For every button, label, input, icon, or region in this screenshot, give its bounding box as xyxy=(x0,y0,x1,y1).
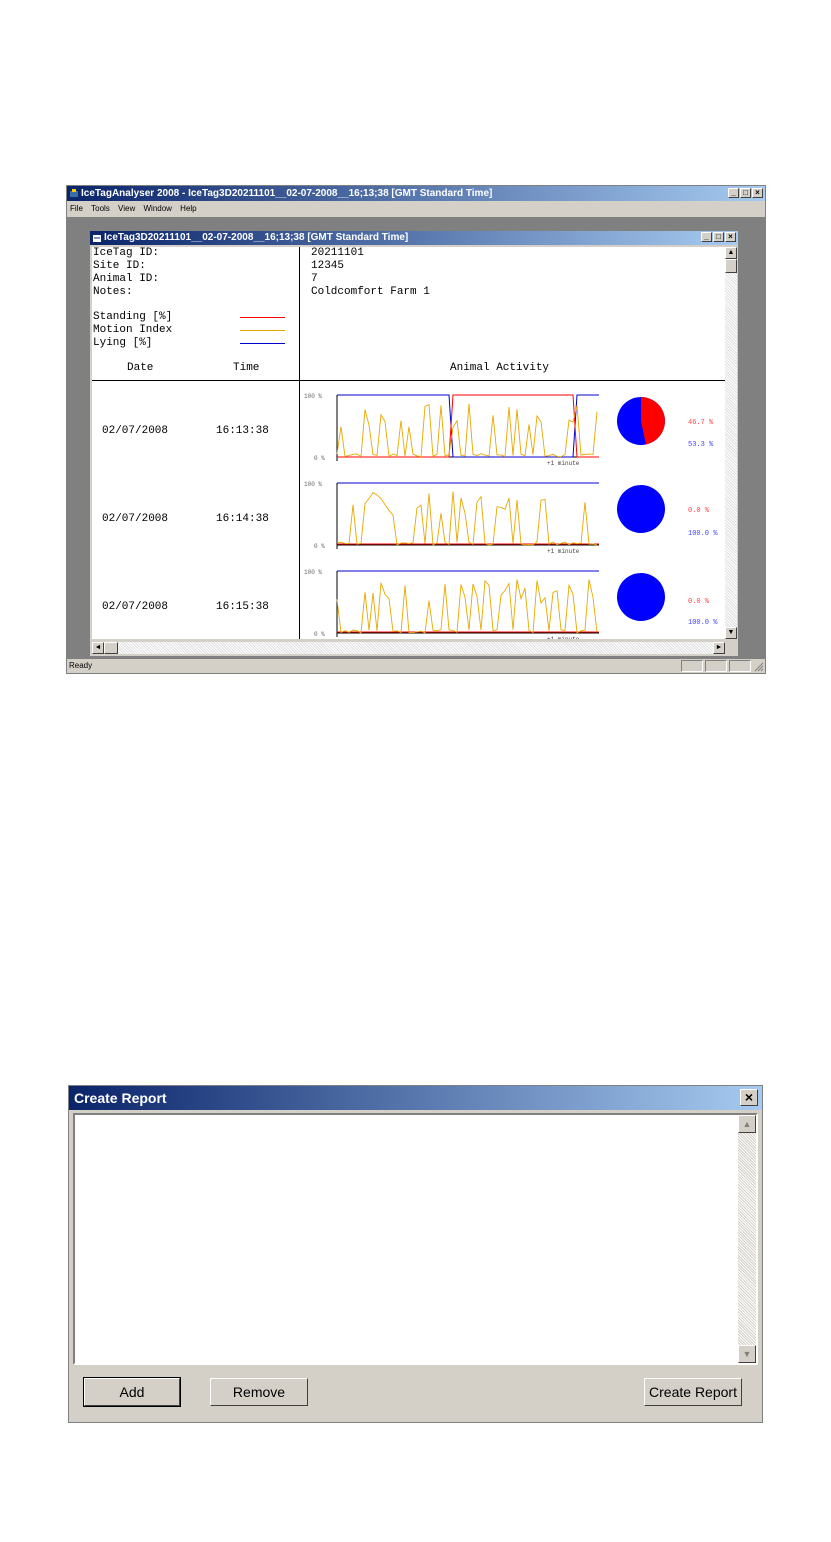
list-scroll-down-icon[interactable]: ▼ xyxy=(738,1345,756,1363)
menu-help[interactable]: Help xyxy=(180,204,196,213)
value-site-id: 12345 xyxy=(311,260,345,272)
dialog-title: Create Report xyxy=(74,1090,167,1106)
horizontal-scrollbar[interactable]: ◄ ► xyxy=(92,642,725,654)
row-2-pie-lying-slice xyxy=(617,485,665,533)
value-notes: Coldcomfort Farm 1 xyxy=(311,286,430,298)
label-icetag-id: IceTag ID: xyxy=(93,247,160,259)
chart-3-motion-line xyxy=(336,579,598,634)
row-3-date: 02/07/2008 xyxy=(102,601,169,613)
app-title: IceTagAnalyser 2008 - IceTag3D20211101__… xyxy=(81,188,493,199)
child-minimize-button[interactable]: _ xyxy=(701,232,712,242)
col-date-header: Date xyxy=(127,362,154,374)
menu-file[interactable]: File xyxy=(70,204,83,213)
status-bar: Ready xyxy=(67,659,765,673)
add-button[interactable]: Add xyxy=(83,1377,181,1407)
chart-3-x-note: +1 minute xyxy=(547,636,580,639)
row-2-date: 02/07/2008 xyxy=(102,513,169,525)
row-1-pie-standing-slice xyxy=(641,397,665,445)
scroll-up-arrow-icon[interactable]: ▲ xyxy=(725,247,737,259)
chart-1-x-note: +1 minute xyxy=(547,460,580,467)
status-text: Ready xyxy=(69,661,93,670)
row-2-lying-pct: 100.0 % xyxy=(688,530,718,538)
value-animal-id: 7 xyxy=(311,273,318,285)
chart-1-lying-line xyxy=(337,394,599,458)
app-titlebar[interactable]: IceTagAnalyser 2008 - IceTag3D20211101__… xyxy=(67,186,765,201)
maximize-button[interactable]: □ xyxy=(740,188,751,198)
menu-window[interactable]: Window xyxy=(143,204,171,213)
status-pane-2 xyxy=(705,660,727,672)
chart-2-top-tick: 100 % xyxy=(304,481,322,488)
chart-1-standing-line xyxy=(337,394,599,458)
row-3-time: 16:15:38 xyxy=(216,601,269,613)
chart-3-top-tick: 100 % xyxy=(304,569,322,576)
chart-1-top-tick: 100 % xyxy=(304,393,322,400)
row-3-pie-lying-slice xyxy=(617,573,665,621)
status-pane-3 xyxy=(729,660,751,672)
legend-motion-label: Motion Index xyxy=(93,324,173,336)
chart-2-motion-line xyxy=(336,491,598,546)
menu-bar: File Tools View Window Help xyxy=(67,202,200,216)
activity-charts: 100 % 0 % +1 minute 100 % 0 % +1 minute 100 % 0… xyxy=(304,393,665,639)
row-1-lying-pct: 53.3 % xyxy=(688,441,714,449)
create-report-dialog: Create Report × ▲ ▼ Add Remove Create Re… xyxy=(68,1085,763,1423)
list-vertical-scrollbar[interactable]: ▲ ▼ xyxy=(738,1115,756,1363)
scroll-left-arrow-icon[interactable]: ◄ xyxy=(92,642,104,654)
document-icon xyxy=(93,235,101,242)
row-2-time: 16:14:38 xyxy=(216,513,269,525)
col-time-header: Time xyxy=(233,362,260,374)
row-2-standing-pct: 0.0 % xyxy=(688,507,710,515)
create-report-button[interactable]: Create Report xyxy=(644,1378,742,1406)
chart-3-bottom-tick: 0 % xyxy=(314,631,325,638)
value-icetag-id: 20211101 xyxy=(311,247,364,259)
row-3-standing-pct: 0.0 % xyxy=(688,598,710,606)
chart-1-bottom-tick: 0 % xyxy=(314,455,325,462)
legend-lying-label: Lying [%] xyxy=(93,337,153,349)
scroll-thumb[interactable] xyxy=(725,259,737,273)
child-close-button[interactable]: × xyxy=(725,232,736,242)
menu-view[interactable]: View xyxy=(118,204,135,213)
report-file-list[interactable]: ▲ ▼ xyxy=(73,1113,758,1365)
remove-button[interactable]: Remove xyxy=(210,1378,308,1406)
label-notes: Notes: xyxy=(93,286,133,298)
row-3-lying-pct: 100.0 % xyxy=(688,619,718,627)
minimize-button[interactable]: _ xyxy=(728,188,739,198)
col-activity-header: Animal Activity xyxy=(450,362,550,374)
vertical-scrollbar[interactable]: ▲ ▼ xyxy=(725,247,737,639)
scroll-right-arrow-icon[interactable]: ► xyxy=(713,642,725,654)
row-1-standing-pct: 46.7 % xyxy=(688,419,714,427)
chart-2-x-note: +1 minute xyxy=(547,548,580,555)
close-button[interactable]: × xyxy=(752,188,763,198)
row-1-date: 02/07/2008 xyxy=(102,425,169,437)
legend-standing-line xyxy=(240,317,285,318)
hscroll-thumb[interactable] xyxy=(104,642,118,654)
child-title: IceTag3D20211101__02-07-2008__16;13;38 [… xyxy=(104,232,409,243)
chart-2-bottom-tick: 0 % xyxy=(314,543,325,550)
menu-tools[interactable]: Tools xyxy=(91,204,110,213)
list-scroll-up-icon[interactable]: ▲ xyxy=(738,1115,756,1133)
scroll-down-arrow-icon[interactable]: ▼ xyxy=(725,627,737,639)
app-window: IceTagAnalyser 2008 - IceTag3D20211101__… xyxy=(66,185,766,674)
app-icon xyxy=(70,189,78,197)
status-pane-1 xyxy=(681,660,703,672)
report-child-window: IceTag3D20211101__02-07-2008__16;13;38 [… xyxy=(89,230,739,657)
dialog-close-button[interactable]: × xyxy=(740,1089,758,1106)
label-animal-id: Animal ID: xyxy=(93,273,160,285)
legend-standing-label: Standing [%] xyxy=(93,311,173,323)
report-document[interactable]: IceTag ID: Site ID: Animal ID: Notes: 20… xyxy=(92,247,725,639)
child-maximize-button[interactable]: □ xyxy=(713,232,724,242)
legend-lying-line xyxy=(240,343,285,344)
label-site-id: Site ID: xyxy=(93,260,146,272)
resize-grip-icon[interactable] xyxy=(754,662,764,672)
child-titlebar[interactable]: IceTag3D20211101__02-07-2008__16;13;38 [… xyxy=(90,231,738,245)
dialog-titlebar[interactable]: Create Report × xyxy=(69,1086,762,1110)
legend-motion-line xyxy=(240,330,285,331)
chart-1-motion-line xyxy=(336,403,598,458)
row-1-time: 16:13:38 xyxy=(216,425,269,437)
